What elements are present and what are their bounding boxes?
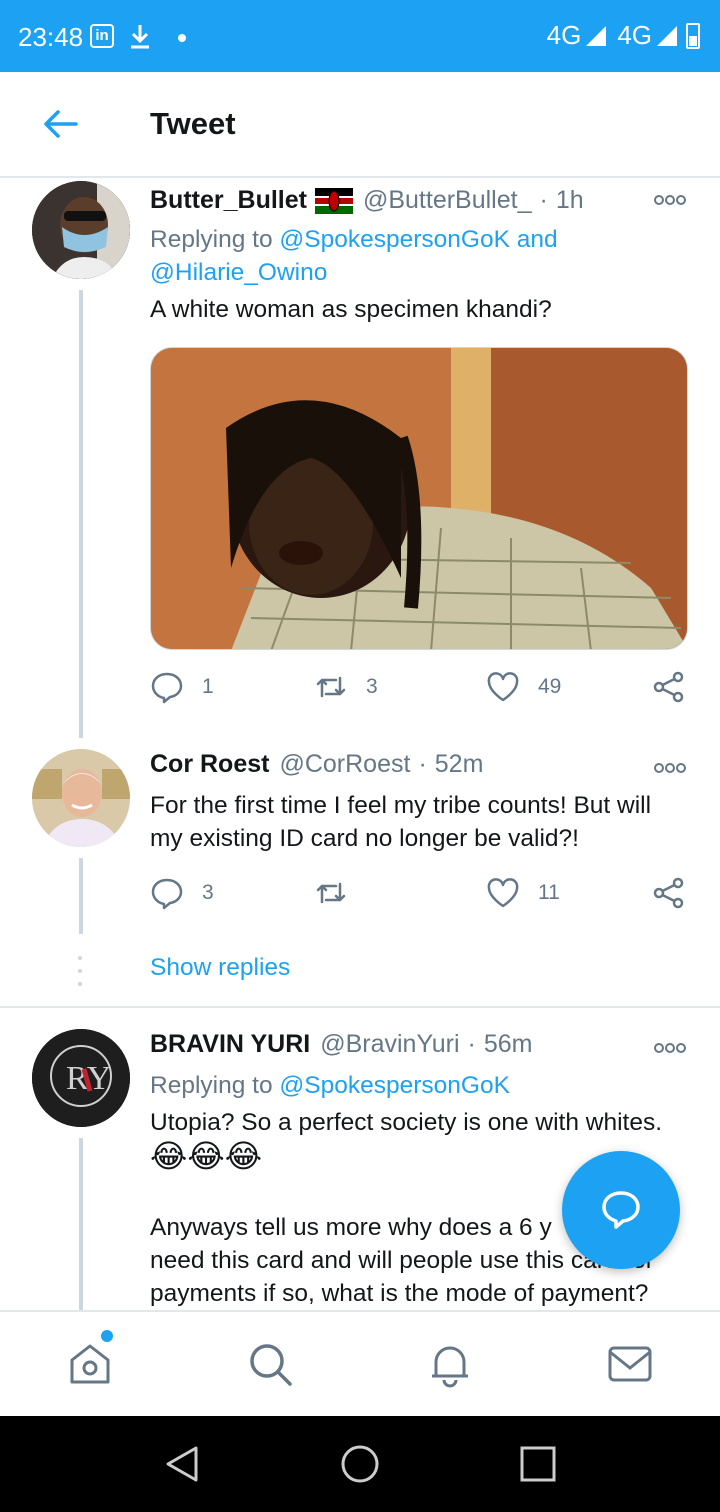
page-title: Tweet [150,106,236,141]
mention-link[interactable]: @SpokespersonGoK [279,1072,510,1099]
network-indicator: 4G 4G [547,20,700,51]
tweet-author-handle[interactable]: @BravinYuri [320,1030,459,1059]
retweet-count: 3 [366,675,378,698]
meme-photo [151,348,687,649]
share-icon [653,877,684,909]
notification-dot-icon [178,34,186,42]
divider [0,1006,720,1008]
share-icon [653,671,684,703]
avatar-photo [32,181,130,279]
signal-icon-2 [657,25,677,46]
bottom-nav [0,1310,720,1416]
reply-count: 3 [202,881,214,904]
avatar-photo [32,749,130,847]
retweet-icon [316,676,346,698]
reply-icon [151,672,183,704]
search-icon[interactable] [246,1340,294,1388]
reply-icon [151,878,183,910]
reply-button[interactable]: 1 [150,670,214,704]
thread-line [79,858,83,934]
retweet-button[interactable]: 3 [314,670,378,704]
share-button[interactable] [652,670,704,704]
tweet-time: 52m [434,750,484,778]
kenya-flag-icon [314,187,353,214]
tweet-time: 1h [555,186,584,214]
like-count: 49 [538,675,562,698]
tweet-time: 56m [483,1030,533,1058]
status-time: 23:48 [18,22,84,52]
share-button[interactable] [652,876,704,910]
tweet-header: Butter_Bullet @ButterBullet_ · 1h [150,186,584,215]
header: Tweet [0,72,720,178]
avatar-butter-bullet[interactable] [32,181,130,279]
show-replies-link[interactable]: Show replies [150,954,290,982]
replying-to: Replying to @SpokespersonGoK and @Hilari… [150,226,558,286]
more-options-icon[interactable] [654,1042,686,1054]
tweet-text: For the first time I feel my tribe count… [150,792,652,852]
home-circle-icon[interactable] [340,1444,380,1484]
retweet-button[interactable] [314,876,366,910]
replying-to: Replying to @SpokespersonGoK [150,1072,510,1099]
back-triangle-icon[interactable] [162,1444,202,1484]
tweet-text: A white woman as specimen khandi? [150,296,552,323]
reply-count: 1 [202,675,214,698]
home-icon[interactable] [66,1340,114,1388]
tweet-text-line1: Utopia? So a perfect society is one with… [150,1109,663,1136]
thread-line [79,290,83,738]
signal-icon [586,25,607,46]
tweet-actions: 3 11 [150,876,690,916]
more-options-icon[interactable] [654,762,686,774]
network-label: 4G [546,20,582,50]
tweet-media-image[interactable] [150,347,688,650]
heart-icon [487,672,519,702]
tweet-author-name[interactable]: BRAVIN YURI [150,1030,310,1059]
thread-dots-icon [78,956,82,986]
retweet-icon [316,882,346,904]
like-button[interactable]: 49 [486,670,561,704]
bell-icon[interactable] [426,1340,474,1388]
system-nav-bar [0,1416,720,1512]
compose-reply-button[interactable] [562,1151,680,1269]
reply-button[interactable]: 3 [150,876,214,910]
thread-line [79,1138,83,1310]
more-options-icon[interactable] [654,194,686,206]
tweet-header: Cor Roest @CorRoest · 52m [150,750,484,779]
tweet-actions: 1 3 49 [150,670,690,710]
avatar-logo: RY [32,1029,130,1127]
back-arrow-icon[interactable] [40,104,80,144]
tweet-header: BRAVIN YURI @BravinYuri · 56m [150,1030,533,1059]
mention-link[interactable]: @SpokespersonGoK [279,226,510,253]
tweet-text-line4: payments if so, what is the mode of paym… [150,1280,649,1307]
status-bar: 23:48 in 4G 4G [0,0,720,72]
home-badge-dot [101,1330,113,1342]
download-icon [131,25,149,49]
like-count: 11 [538,881,560,904]
linkedin-icon: in [90,24,114,48]
battery-icon [686,22,700,49]
mention-link[interactable]: @Hilarie_Owino [150,259,327,286]
compose-bubble-icon [602,1191,640,1229]
mail-icon[interactable] [606,1340,654,1388]
heart-icon [487,878,519,908]
tweet-author-name[interactable]: Butter_Bullet [150,186,307,215]
avatar-bravin-yuri[interactable]: RY [32,1029,130,1127]
tweet-author-name[interactable]: Cor Roest [150,750,269,779]
tweet-author-handle[interactable]: @ButterBullet_ [363,186,532,215]
like-button[interactable]: 11 [486,876,560,910]
recents-square-icon[interactable] [518,1444,558,1484]
avatar-cor-roest[interactable] [32,749,130,847]
tweet-author-handle[interactable]: @CorRoest [279,750,410,779]
network-label-2: 4G [617,20,652,50]
